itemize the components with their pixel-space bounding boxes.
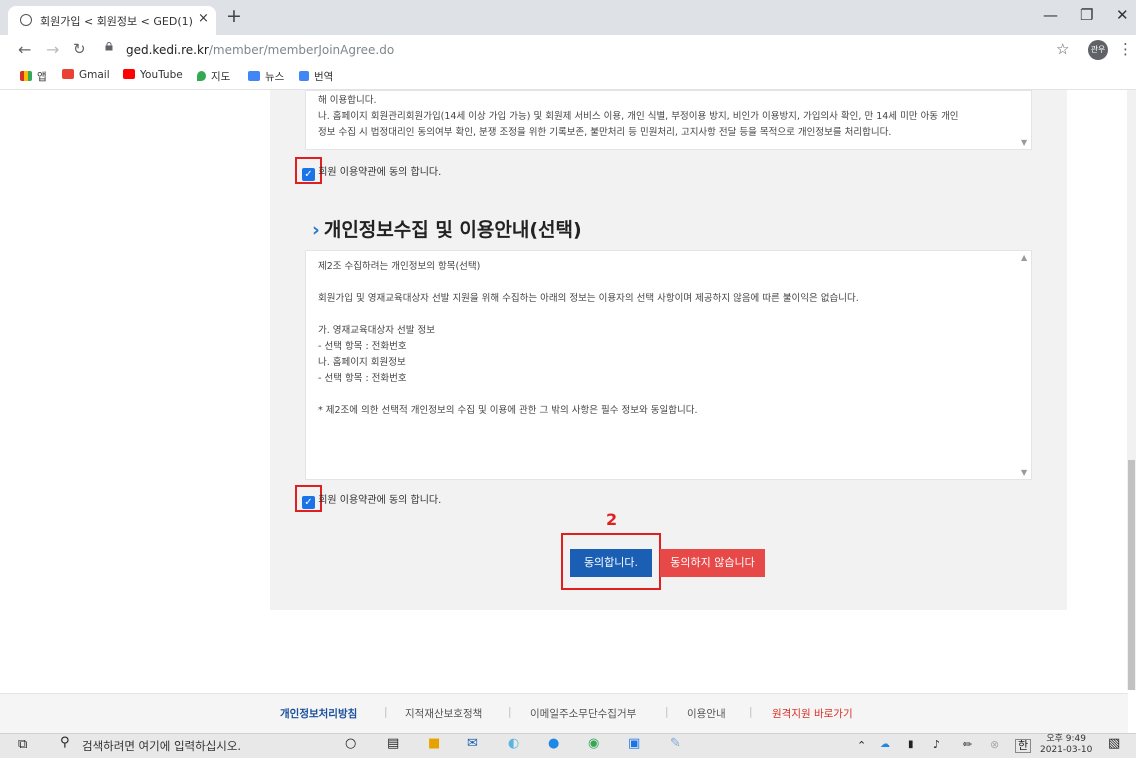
page-scrollbar[interactable]: [1127, 90, 1136, 690]
battery-icon[interactable]: ▮: [908, 739, 914, 750]
tab-title: 회원가입 < 회원정보 < GED(1): [40, 15, 193, 28]
translate-icon: [299, 71, 309, 81]
chevron-right-icon: ›: [312, 219, 320, 241]
chrome-icon[interactable]: ◉: [588, 736, 599, 751]
reload-icon[interactable]: ↻: [73, 40, 86, 58]
terms-line: [318, 275, 1019, 291]
clock-time: 오후 9:49: [1046, 734, 1086, 744]
task-view-icon[interactable]: ▤: [387, 736, 399, 751]
footer-link-privacy[interactable]: 개인정보처리방침: [280, 706, 357, 721]
bookmark-star-icon[interactable]: ☆: [1056, 40, 1069, 58]
paint-icon[interactable]: ✎: [670, 736, 681, 751]
scroll-down-icon[interactable]: ▼: [1021, 138, 1029, 147]
cloud-icon[interactable]: ☁: [880, 739, 890, 750]
pen-icon[interactable]: ✏: [963, 738, 972, 751]
ime-indicator[interactable]: 한: [1015, 739, 1032, 753]
terms-line: [318, 387, 1019, 403]
minimize-icon[interactable]: —: [1043, 6, 1058, 24]
scroll-down-icon[interactable]: ▼: [1021, 468, 1029, 477]
terms-line: - 선택 항목 : 전화번호: [318, 373, 407, 384]
notification-icon[interactable]: ▧: [1108, 736, 1120, 751]
apps-grid-icon: [20, 71, 32, 81]
url-input[interactable]: ged.kedi.re.kr/member/memberJoinAgree.do: [100, 39, 1040, 61]
bookmark-apps[interactable]: 앱: [20, 69, 47, 84]
taskbar-clock[interactable]: 오후 9:49 2021-03-10: [1040, 734, 1092, 756]
app-icon[interactable]: ▣: [628, 736, 640, 751]
terms-line: - 선택 항목 : 전화번호: [318, 341, 407, 352]
agree-button[interactable]: 동의합니다.: [570, 549, 652, 577]
footer-link-guide[interactable]: 이용안내: [687, 706, 726, 721]
agree-checkbox-optional[interactable]: ✓: [302, 496, 315, 509]
tab-close-icon[interactable]: ×: [198, 11, 209, 26]
youtube-icon: [123, 69, 135, 79]
terms-line: 나. 홈페이지 회원관리회원가입(14세 이상 가입 가능) 및 회원제 서비스…: [318, 111, 959, 122]
terms-line: 나. 홈페이지 회원정보: [318, 357, 406, 368]
maps-pin-icon: [197, 71, 206, 81]
footer-link-ip[interactable]: 지적재산보호정책: [405, 706, 482, 721]
search-icon[interactable]: ⚲: [60, 735, 70, 750]
section-title: › 개인정보수집 및 이용안내(선택): [312, 219, 582, 241]
terms-line: 제2조 수집하려는 개인정보의 항목(선택): [318, 261, 481, 272]
taskbar-search-input[interactable]: 검색하려면 여기에 입력하십시오.: [82, 738, 241, 754]
scroll-up-icon[interactable]: ▲: [1021, 253, 1029, 262]
input-indicator-icon[interactable]: ⊗: [990, 738, 999, 751]
news-icon: [248, 71, 260, 81]
agree-checkbox-required[interactable]: ✓: [302, 168, 315, 181]
footer-separator: |: [384, 706, 388, 718]
terms-line: 회원가입 및 영재교육대상자 선발 지원을 위해 수집하는 아래의 정보는 이용…: [318, 293, 859, 304]
chevron-up-icon[interactable]: ⌃: [857, 739, 866, 752]
profile-avatar[interactable]: 관우: [1088, 40, 1108, 60]
ie-icon[interactable]: ◐: [508, 736, 519, 751]
agree-row-optional: ✓ 회원 이용약관에 동의 합니다.: [302, 491, 441, 509]
url-host: ged.kedi.re.kr: [126, 43, 209, 57]
disagree-button[interactable]: 동의하지 않습니다: [660, 549, 765, 577]
bookmark-news[interactable]: 뉴스: [248, 69, 284, 84]
terms-line: * 제2조에 의한 선택적 개인정보의 수집 및 이용에 관한 그 밖의 사항은…: [318, 405, 698, 416]
browser-tab[interactable]: 회원가입 < 회원정보 < GED(1) ×: [8, 6, 216, 35]
clock-date: 2021-03-10: [1040, 745, 1093, 755]
terms-line: 해 이용합니다.: [318, 95, 377, 106]
volume-icon[interactable]: ♪: [933, 738, 940, 751]
terms-box-optional[interactable]: 제2조 수집하려는 개인정보의 항목(선택) 회원가입 및 영재교육대상자 선발…: [305, 250, 1032, 480]
agree-label: 회원 이용약관에 동의 합니다.: [318, 167, 442, 178]
globe-icon: [20, 14, 32, 26]
footer-separator: |: [508, 706, 512, 718]
back-icon[interactable]: ←: [18, 40, 31, 59]
bookmark-youtube[interactable]: YouTube: [123, 69, 183, 81]
gmail-icon: [62, 69, 74, 79]
scrollbar-thumb[interactable]: [1128, 460, 1135, 690]
window-close-icon[interactable]: ✕: [1116, 6, 1129, 24]
footer-link-email[interactable]: 이메일주소무단수집거부: [530, 706, 636, 721]
windows-start-icon[interactable]: ⧉: [18, 737, 27, 752]
bookmark-maps[interactable]: 지도: [197, 69, 230, 84]
terms-box-required[interactable]: 해 이용합니다. 나. 홈페이지 회원관리회원가입(14세 이상 가입 가능) …: [305, 90, 1032, 150]
footer-link-remote-support[interactable]: 원격지원 바로가기: [772, 706, 853, 721]
terms-line: 정보 수집 시 법정대리인 동의여부 확인, 분쟁 조정을 위한 기록보존, 불…: [318, 127, 892, 138]
agree-row-required: ✓ 회원 이용약관에 동의 합니다.: [302, 163, 441, 181]
terms-line: 가. 영재교육대상자 선발 정보: [318, 325, 435, 336]
bookmark-translate[interactable]: 번역: [299, 69, 333, 84]
restore-icon[interactable]: ❐: [1080, 6, 1093, 24]
bookmark-gmail[interactable]: Gmail: [62, 69, 110, 81]
lock-icon: [105, 42, 113, 51]
footer-separator: |: [665, 706, 669, 718]
url-path: /member/memberJoinAgree.do: [208, 43, 395, 57]
terms-line: [318, 307, 1019, 323]
cortana-icon[interactable]: ○: [345, 736, 356, 751]
forward-icon[interactable]: →: [46, 40, 59, 59]
agree-label: 회원 이용약관에 동의 합니다.: [318, 495, 442, 506]
footer-separator: |: [749, 706, 753, 718]
new-tab-button[interactable]: +: [226, 5, 242, 27]
edge-icon[interactable]: ●: [548, 736, 559, 751]
menu-icon[interactable]: ⋮: [1118, 40, 1133, 58]
mail-icon[interactable]: ✉: [467, 736, 478, 751]
file-explorer-icon[interactable]: ■: [428, 736, 440, 751]
step-number-annotation: 2: [606, 510, 618, 529]
